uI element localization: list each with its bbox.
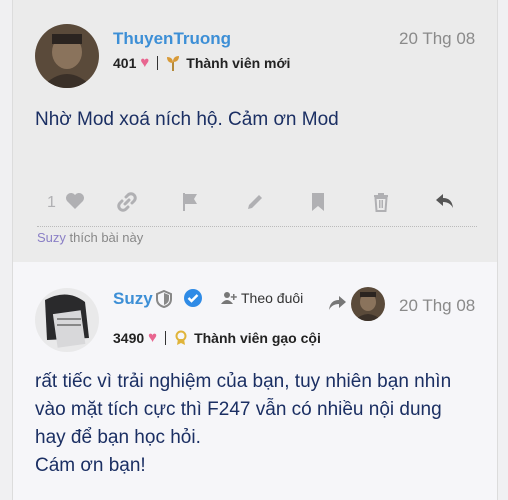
bookmark-icon [312, 193, 324, 211]
flag-button[interactable] [181, 192, 199, 217]
user-rank: Thành viên mới [166, 55, 290, 71]
post2-body: rất tiếc vì trải nghiệm của bạn, tuy nhi… [35, 368, 451, 480]
post2-user-stats: 3490 ♥ Thành viên gạo cội [113, 329, 321, 346]
divider [165, 330, 167, 345]
link-icon [117, 192, 137, 212]
post1-date[interactable]: 20 Thg 08 [399, 29, 475, 49]
follow-label: Theo đuôi [241, 290, 304, 306]
reply-to-avatar[interactable] [351, 287, 385, 321]
post1-user-stats: 401 ♥ Thành viên mới [113, 54, 290, 71]
liked-by-suffix: thích bài này [69, 230, 144, 245]
rank-label: Thành viên gạo cội [194, 329, 321, 346]
heart-icon: ♥ [148, 329, 158, 346]
bookmark-button[interactable] [311, 192, 325, 217]
verified-icon [184, 289, 202, 307]
post2-body-line: Cám ơn bạn! [35, 455, 146, 476]
like-button[interactable] [65, 192, 85, 215]
post2-body-line: rất tiếc vì trải nghiệm của bạn, tuy nhi… [35, 371, 452, 392]
sprout-icon [167, 55, 180, 71]
likes-received-count: 3490 [113, 329, 145, 346]
likes-received-count: 401 [113, 54, 137, 71]
rank-label: Thành viên mới [186, 54, 291, 71]
liked-by: Suzy thích bài này [37, 230, 143, 245]
heart-icon: ♥ [140, 54, 150, 71]
copy-link-button[interactable] [117, 192, 137, 217]
award-icon [175, 330, 187, 345]
like-count[interactable]: 1 [47, 194, 56, 212]
post-2: Suzy Theo đuôi 20 Thg 08 3490 ♥ Thành vi… [12, 262, 498, 500]
post1-divider [37, 226, 477, 227]
heart-icon [66, 193, 84, 209]
post2-body-line: vào mặt tích cực thì F247 vẫn có nhiều n… [35, 399, 442, 420]
flag-icon [183, 193, 197, 211]
avatar-thuyentruong[interactable] [35, 24, 99, 88]
delete-button[interactable] [373, 192, 389, 217]
post1-body: Nhờ Mod xoá ních hộ. Cảm ơn Mod [35, 109, 339, 130]
reply-icon [436, 194, 453, 208]
user-rank: Thành viên gạo cội [174, 330, 321, 346]
follow-icon [221, 292, 237, 304]
post1-actions: 1 [37, 188, 477, 222]
follow-button[interactable]: Theo đuôi [221, 290, 303, 306]
liked-by-user[interactable]: Suzy [37, 230, 66, 245]
divider [157, 55, 159, 70]
avatar-suzy[interactable] [35, 288, 99, 352]
post2-username[interactable]: Suzy [113, 289, 153, 309]
post-1: ThuyenTruong 20 Thg 08 401 ♥ Thành viên … [12, 0, 498, 262]
reply-to-icon [329, 296, 346, 310]
edit-button[interactable] [245, 192, 265, 217]
reply-button[interactable] [435, 192, 455, 215]
shield-icon [156, 290, 172, 308]
pencil-icon [248, 195, 262, 209]
post2-date[interactable]: 20 Thg 08 [399, 296, 475, 316]
trash-icon [374, 193, 388, 212]
post1-username[interactable]: ThuyenTruong [113, 29, 231, 49]
post2-body-line: hay để bạn học hỏi. [35, 427, 201, 448]
